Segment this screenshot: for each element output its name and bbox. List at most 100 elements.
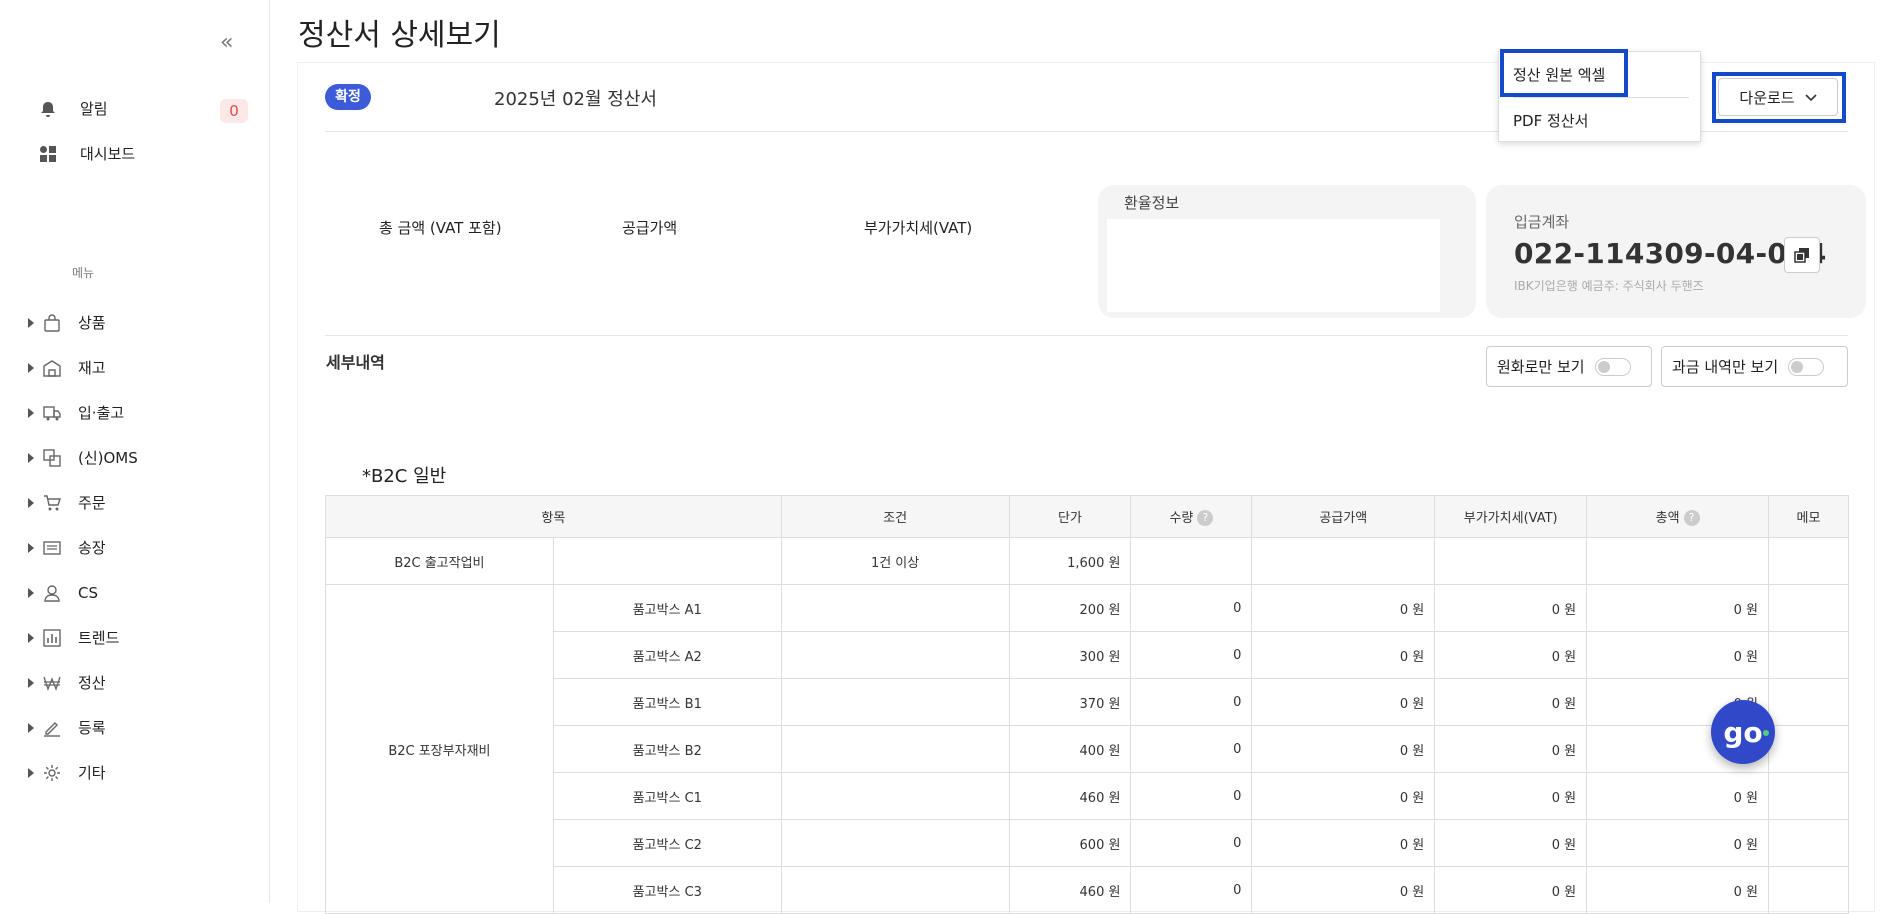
cell-condition — [780, 725, 1010, 773]
sidebar-item-orders[interactable]: 주문 — [28, 480, 258, 525]
statement-title: 2025년 02월 정산서 — [494, 89, 657, 110]
cell-sub: 품고박스 B2 — [552, 725, 782, 773]
cell-vat: 0 원 — [1434, 772, 1588, 820]
sidebar-item-label: 상품 — [78, 314, 106, 332]
cell-vat — [1434, 537, 1588, 585]
cell-total: 0 원 — [1586, 866, 1770, 914]
sidebar-item-oms[interactable]: (신)OMS — [28, 435, 258, 480]
cell-vat: 0 원 — [1434, 631, 1588, 679]
cell-sub: 품고박스 C2 — [552, 819, 782, 867]
table-row: 품고박스 B1 370 원 0 0 원 0 원 0 원 — [326, 678, 1849, 726]
sidebar-item-dashboard[interactable]: 대시보드 — [38, 143, 135, 164]
download-button[interactable]: 다운로드 — [1718, 78, 1838, 116]
gear-icon — [42, 763, 62, 783]
table-row: 품고박스 C3 460 원 0 0 원 0 원 0 원 — [326, 866, 1849, 914]
table-row: 품고박스 C1 460 원 0 0 원 0 원 0 원 — [326, 772, 1849, 820]
cell-total: 0 원 — [1586, 772, 1770, 820]
cell-sub: 품고박스 C3 — [552, 866, 782, 914]
table-row: B2C 출고작업비 1건 이상 1,600 원 — [325, 537, 1849, 585]
dashboard-icon — [38, 144, 58, 164]
cell-item: B2C 출고작업비 — [325, 537, 554, 585]
cell-price: 200 원 — [1008, 584, 1132, 632]
sidebar-item-trend[interactable]: 트렌드 — [28, 615, 258, 660]
sidebar-item-alarm[interactable]: 알림 — [38, 98, 108, 119]
account-number: 022-114309-04-014 — [1514, 237, 1827, 270]
account-box: 입금계좌 022-114309-04-014 IBK기업은행 예금주: 주식회사… — [1486, 185, 1866, 318]
cell-memo — [1768, 725, 1849, 773]
chat-launcher-button[interactable]: go — [1711, 700, 1775, 764]
sidebar-item-etc[interactable]: 기타 — [28, 750, 258, 795]
copy-icon[interactable] — [1784, 237, 1820, 273]
cell-vat: 0 원 — [1434, 584, 1588, 632]
caret-right-icon — [28, 542, 34, 553]
settlement-table: 항목 조건 단가 수량? 공급가액 부가가치세(VAT) 총액? 메모 B2C … — [325, 495, 1849, 914]
caret-right-icon — [28, 452, 34, 463]
online-dot-icon — [1763, 730, 1769, 736]
chart-icon — [42, 628, 62, 648]
sidebar: « 알림 0 대시보드 메뉴 상품 재고 입·출고 (신)OMS 주문 송장 C… — [0, 0, 270, 903]
sidebar-nav: 상품 재고 입·출고 (신)OMS 주문 송장 CS 트렌드 정산 등록 기타 — [28, 300, 258, 795]
sidebar-item-cs[interactable]: CS — [28, 570, 258, 615]
column-header: 부가가치세(VAT) — [1434, 495, 1588, 538]
column-header: 조건 — [780, 495, 1010, 538]
toggle-switch[interactable] — [1594, 357, 1631, 376]
cell-condition — [780, 772, 1010, 820]
sidebar-item-label: 기타 — [78, 764, 106, 782]
cell-qty: 0 — [1130, 772, 1253, 820]
table-row: 품고박스 C2 600 원 0 0 원 0 원 0 원 — [326, 819, 1849, 867]
page-title: 정산서 상세보기 — [298, 18, 501, 53]
table-row: 품고박스 A2 300 원 0 0 원 0 원 0 원 — [326, 631, 1849, 679]
cell-memo — [1768, 772, 1849, 820]
cell-supply: 0 원 — [1251, 584, 1436, 632]
cell-condition — [780, 866, 1010, 914]
cell-qty: 0 — [1130, 725, 1253, 773]
sidebar-item-label: 대시보드 — [80, 145, 136, 163]
cell-vat: 0 원 — [1434, 678, 1588, 726]
cell-supply: 0 원 — [1251, 725, 1436, 773]
toggle-switch[interactable] — [1788, 357, 1825, 376]
cell-sub: 품고박스 B1 — [552, 678, 782, 726]
sidebar-item-label: 입·출고 — [78, 404, 125, 422]
alarm-count-badge: 0 — [220, 99, 248, 123]
help-icon[interactable]: ? — [1683, 510, 1700, 527]
sidebar-item-register[interactable]: 등록 — [28, 705, 258, 750]
supply-amount-label: 공급가액 — [622, 219, 678, 237]
truck-icon — [42, 403, 62, 423]
sidebar-item-products[interactable]: 상품 — [28, 300, 258, 345]
warehouse-icon — [42, 358, 62, 378]
account-label: 입금계좌 — [1514, 213, 1570, 231]
collapse-sidebar-icon[interactable]: « — [220, 30, 233, 55]
column-header-total: 총액? — [1586, 495, 1770, 538]
dropdown-item-pdf[interactable]: PDF 정산서 — [1513, 110, 1588, 131]
krw-only-toggle[interactable]: 원화로만 보기 — [1486, 346, 1652, 387]
cell-price: 400 원 — [1008, 725, 1132, 773]
sidebar-item-inout[interactable]: 입·출고 — [28, 390, 258, 435]
help-icon[interactable]: ? — [1197, 510, 1214, 527]
column-header: 단가 — [1008, 495, 1132, 538]
cell-total — [1586, 537, 1770, 585]
account-bank: IBK기업은행 예금주: 주식회사 두핸즈 — [1514, 279, 1704, 293]
charge-only-toggle[interactable]: 과금 내역만 보기 — [1661, 346, 1848, 387]
column-header: 수량 — [1169, 510, 1194, 526]
excel-option-highlight — [1500, 49, 1628, 97]
sidebar-item-label: 주문 — [78, 494, 106, 512]
cell-sub: 품고박스 A1 — [552, 584, 782, 632]
cell-memo — [1768, 819, 1849, 867]
sidebar-item-label: 정산 — [78, 674, 106, 692]
details-title: 세부내역 — [326, 353, 385, 372]
cell-total: 0 원 — [1586, 584, 1770, 632]
exchange-icon — [42, 448, 62, 468]
cell-memo — [1768, 584, 1849, 632]
status-badge: 확정 — [325, 84, 371, 110]
cell-price: 300 원 — [1008, 631, 1132, 679]
exchange-title: 환율정보 — [1124, 194, 1180, 212]
sidebar-item-inventory[interactable]: 재고 — [28, 345, 258, 390]
column-header-qty: 수량? — [1130, 495, 1253, 538]
cell-qty — [1130, 537, 1253, 585]
sidebar-item-invoice[interactable]: 송장 — [28, 525, 258, 570]
cell-condition — [780, 678, 1010, 726]
cell-supply: 0 원 — [1251, 678, 1436, 726]
cell-price: 600 원 — [1008, 819, 1132, 867]
sidebar-item-settlement[interactable]: 정산 — [28, 660, 258, 705]
section-label: *B2C 일반 — [362, 466, 447, 487]
